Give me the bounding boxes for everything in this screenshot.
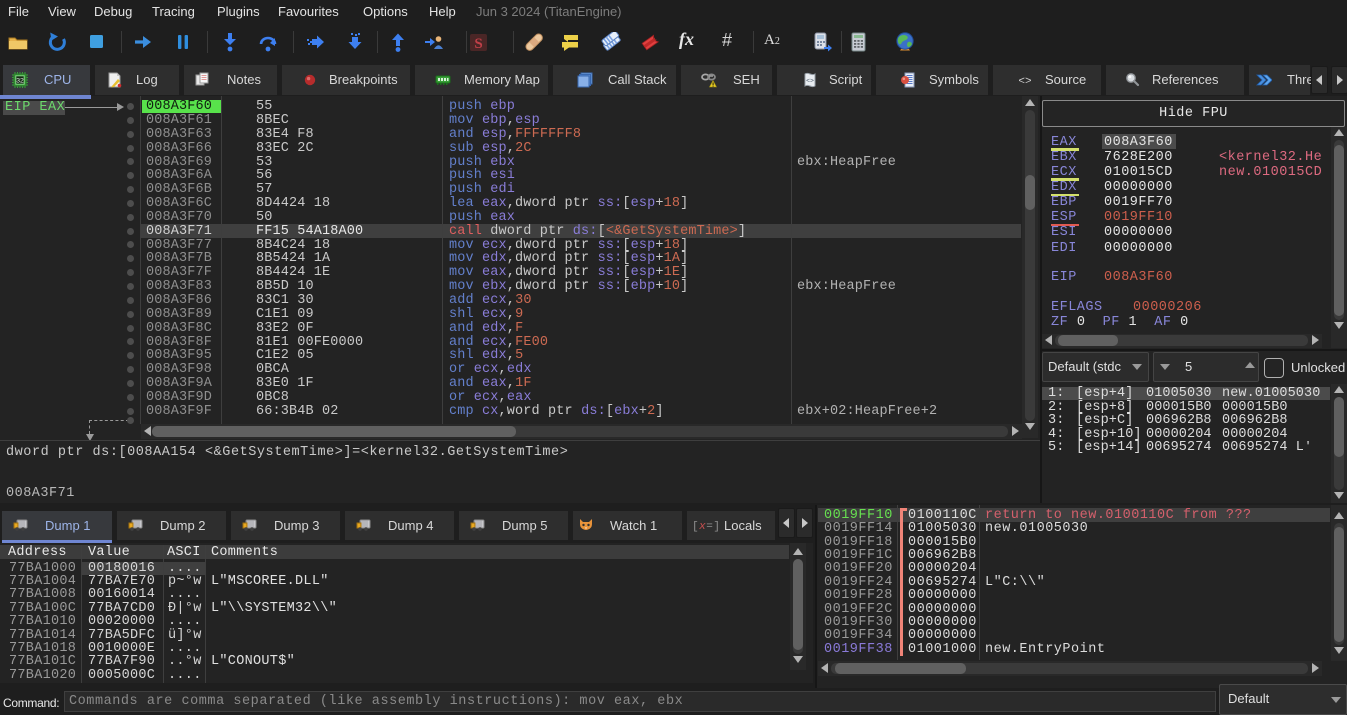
svg-text:32: 32 — [16, 77, 24, 84]
svg-text:S: S — [474, 36, 482, 52]
svg-text:<>: <> — [806, 78, 814, 85]
svg-text:<>: <> — [1018, 76, 1031, 88]
